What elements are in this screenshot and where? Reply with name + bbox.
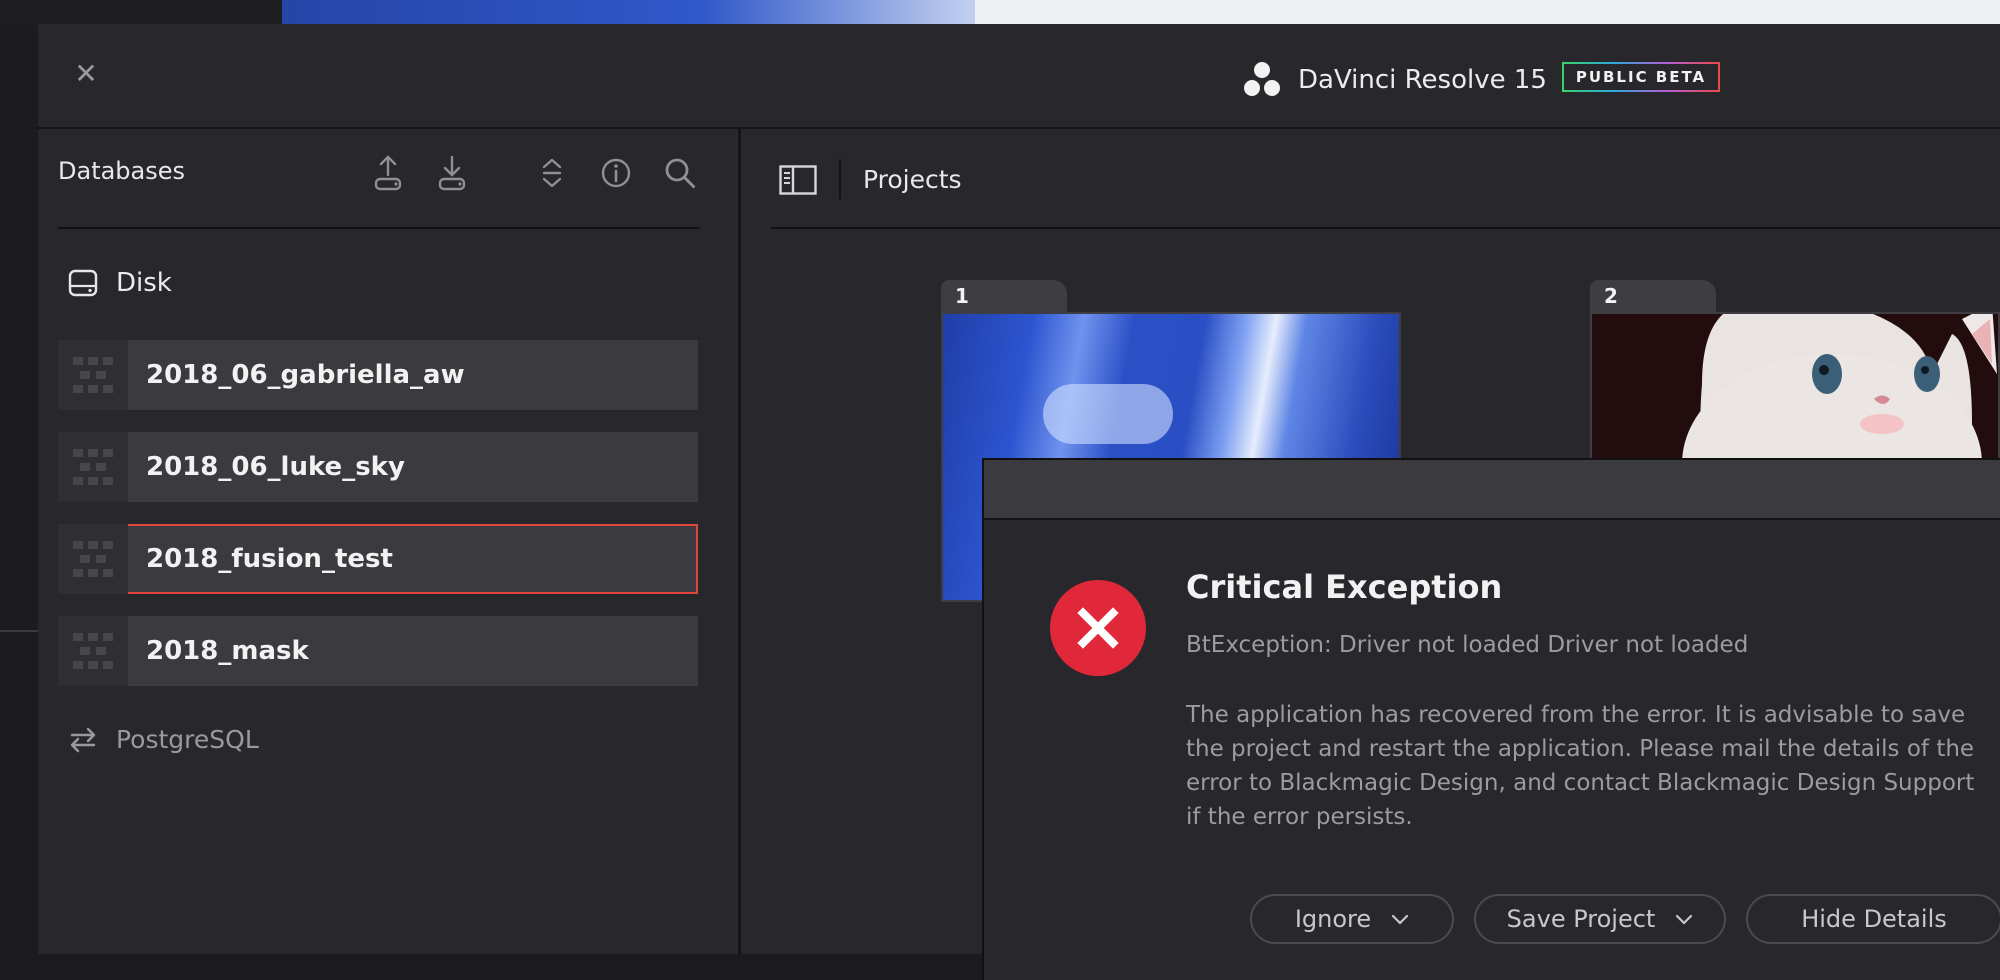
database-name: 2018_fusion_test [146,544,393,574]
ignore-label: Ignore [1294,905,1372,933]
database-item-fusion-test[interactable]: 2018_fusion_test [58,524,698,594]
database-item-mask[interactable]: 2018_mask [58,616,698,686]
dialog-header [984,460,2000,520]
database-thumbnail-icon [58,616,128,686]
save-project-button[interactable]: Save Project [1474,894,1726,944]
background-image-blue [282,0,982,26]
public-beta-badge: PUBLIC BETA [1562,62,1720,92]
app-brand: DaVinci Resolve 15 [1242,58,1547,102]
disk-label: Disk [116,268,172,298]
project-manager-window: ✕ DaVinci Resolve 15 PUBLIC BETA Databas… [38,24,2000,980]
critical-exception-dialog: Critical Exception BtException: Driver n… [982,458,2000,980]
dialog-body: The application has recovered from the e… [1186,702,1975,830]
background-strip [0,0,2000,26]
projects-divider [771,227,2000,229]
background-divider [0,630,38,632]
close-icon[interactable]: ✕ [72,60,100,88]
app-title: DaVinci Resolve 15 [1298,65,1547,95]
title-bar: ✕ DaVinci Resolve 15 PUBLIC BETA [38,24,2000,129]
database-name: 2018_06_gabriella_aw [146,360,465,390]
sidebar-toggle-icon[interactable] [779,165,817,195]
upload-icon[interactable] [368,151,408,199]
ignore-button[interactable]: Ignore [1250,894,1454,944]
databases-divider [58,227,700,229]
save-project-label: Save Project [1506,905,1656,933]
chevron-down-icon [1676,914,1693,925]
project-number: 1 [955,284,969,308]
hide-details-button[interactable]: Hide Details [1746,894,2000,944]
projects-header-separator [839,159,841,199]
info-icon[interactable] [596,151,636,199]
databases-panel: Databases Disk 2018_06_gabriella_aw 2018… [38,129,741,954]
database-name: 2018_mask [146,636,309,666]
download-icon[interactable] [432,151,472,199]
dialog-title: Critical Exception [1186,568,1503,606]
sort-icon[interactable] [532,151,572,199]
database-thumbnail-icon [58,340,128,410]
error-icon [1050,580,1146,676]
network-swap-icon [70,727,96,752]
projects-title: Projects [863,165,962,194]
databases-header: Databases [58,157,186,185]
hide-details-label: Hide Details [1801,905,1947,933]
postgresql-label: PostgreSQL [116,725,259,754]
exception-message: BtException: Driver not loaded Driver no… [1186,632,1749,658]
database-item-gabriella[interactable]: 2018_06_gabriella_aw [58,340,698,410]
disk-icon [68,269,98,297]
database-item-luke-sky[interactable]: 2018_06_luke_sky [58,432,698,502]
background-image-white [975,0,2000,26]
database-name: 2018_06_luke_sky [146,452,405,482]
chevron-down-icon [1392,914,1409,925]
davinci-logo-icon [1242,60,1282,100]
disk-group: Disk [68,265,172,301]
database-thumbnail-icon [58,432,128,502]
project-number: 2 [1604,284,1618,308]
search-icon[interactable] [660,151,700,199]
database-thumbnail-icon [58,524,128,594]
projects-header: Projects [741,129,2000,229]
postgresql-group[interactable]: PostgreSQL [68,725,259,754]
